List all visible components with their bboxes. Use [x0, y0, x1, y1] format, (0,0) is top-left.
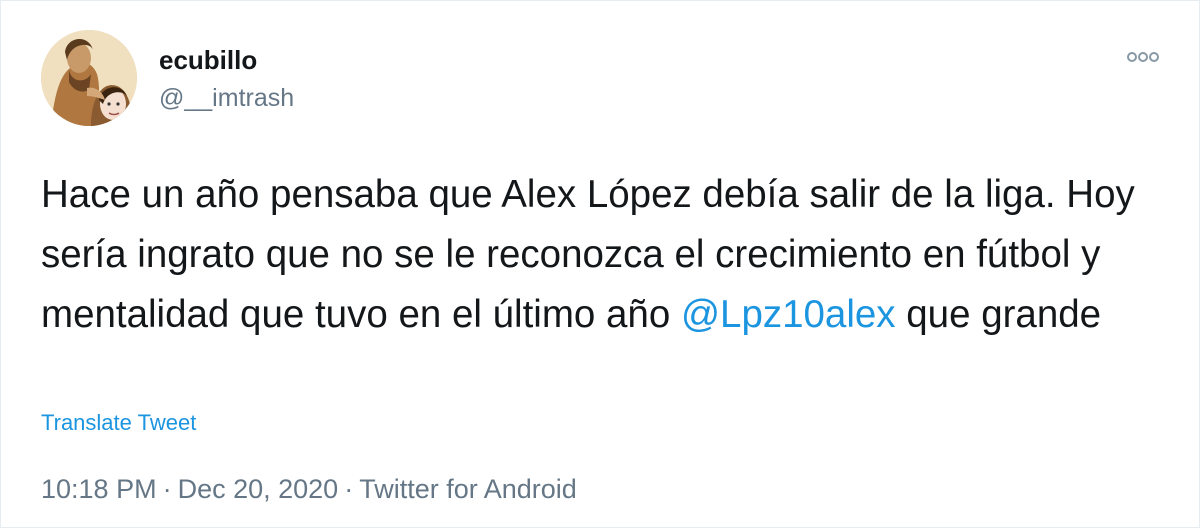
tweet-card: ecubillo @__imtrash Hace un año pensaba … [0, 0, 1200, 528]
tweet-text: Hace un año pensaba que Alex López debía… [41, 165, 1151, 345]
more-options-button[interactable] [1125, 45, 1161, 69]
profile-photo-icon [41, 30, 137, 126]
tweet-source: Twitter for Android [359, 474, 577, 504]
avatar[interactable] [41, 30, 137, 126]
tweet-metadata: 10:18 PM · Dec 20, 2020 · Twitter for Androi… [41, 474, 577, 505]
meta-separator: · [162, 474, 172, 504]
user-handle[interactable]: @__imtrash [159, 84, 294, 113]
more-options-icon [1127, 52, 1159, 62]
translate-tweet-link[interactable]: Translate Tweet [41, 410, 196, 436]
meta-separator: · [344, 474, 354, 504]
tweet-text-part: que grande [895, 293, 1102, 336]
display-name[interactable]: ecubillo [159, 45, 257, 76]
mention-link[interactable]: @Lpz10alex [681, 293, 896, 336]
tweet-date[interactable]: Dec 20, 2020 [178, 474, 339, 504]
tweet-time[interactable]: 10:18 PM [41, 474, 157, 504]
